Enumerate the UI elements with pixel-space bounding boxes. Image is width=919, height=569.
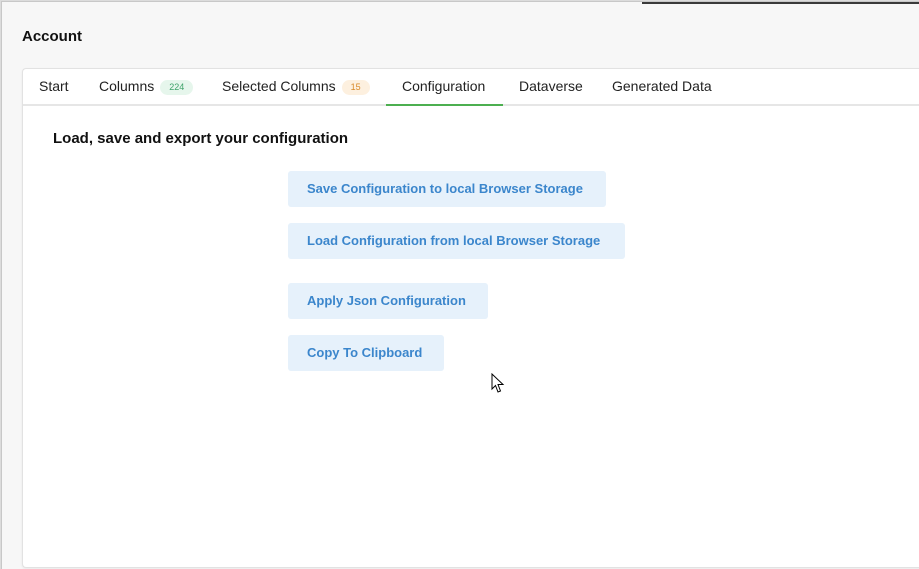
tab-generated-data[interactable]: Generated Data (596, 69, 726, 106)
tab-start[interactable]: Start (23, 69, 83, 106)
tab-bar: Start Columns 224 Selected Columns 15 Conf… (23, 69, 919, 106)
tab-columns[interactable]: Columns 224 (83, 69, 203, 106)
page-title: Account (22, 28, 82, 45)
tabs-card: Start Columns 224 Selected Columns 15 Conf… (22, 68, 919, 568)
apply-json-config-button[interactable]: Apply Json Configuration (288, 283, 488, 319)
copy-to-clipboard-button[interactable]: Copy To Clipboard (288, 335, 444, 371)
tab-selected-columns-label: Selected Columns (222, 78, 336, 94)
tab-selected-columns[interactable]: Selected Columns 15 (206, 69, 386, 106)
tab-configuration[interactable]: Configuration (386, 69, 503, 106)
window-top-strip (642, 2, 919, 4)
tab-dataverse-label: Dataverse (519, 78, 583, 94)
tab-configuration-label: Configuration (402, 78, 486, 94)
tab-start-label: Start (39, 78, 69, 94)
tab-generated-data-label: Generated Data (612, 78, 712, 94)
mouse-cursor-icon (491, 373, 505, 393)
app-window: Account Start Columns 224 Selected Column… (1, 1, 919, 569)
load-config-button[interactable]: Load Configuration from local Browser St… (288, 223, 625, 259)
tab-columns-label: Columns (99, 78, 155, 94)
tab-dataverse[interactable]: Dataverse (503, 69, 595, 106)
columns-count-badge: 224 (160, 80, 194, 95)
selected-columns-count-badge: 15 (341, 80, 370, 95)
save-config-button[interactable]: Save Configuration to local Browser Stor… (288, 171, 606, 207)
section-heading: Load, save and export your configuration (53, 130, 349, 147)
